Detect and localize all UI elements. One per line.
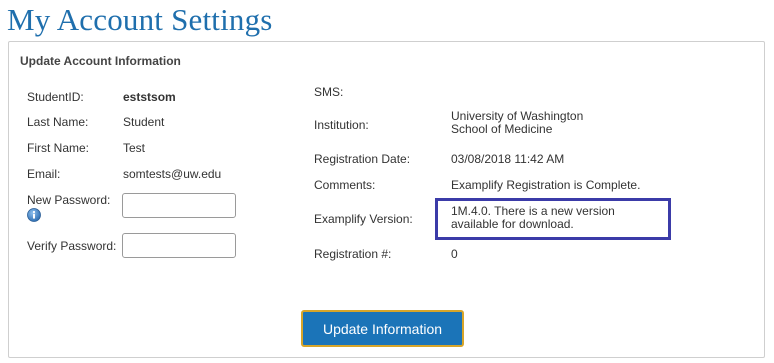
comments-label: Comments: <box>314 178 376 192</box>
verify-password-input[interactable] <box>122 233 236 258</box>
institution-label: Institution: <box>314 118 369 132</box>
update-information-button[interactable]: Update Information <box>301 310 464 347</box>
registration-date-label: Registration Date: <box>314 152 411 166</box>
verify-password-label: Verify Password: <box>27 239 117 253</box>
last-name-value: Student <box>123 115 165 129</box>
student-id-label: StudentID: <box>27 90 84 104</box>
examplify-version-label: Examplify Version: <box>314 212 413 226</box>
sms-label: SMS: <box>314 85 344 99</box>
first-name-label: First Name: <box>27 141 90 155</box>
email-label: Email: <box>27 167 61 181</box>
info-icon[interactable] <box>27 208 41 222</box>
first-name-value: Test <box>123 141 146 155</box>
email-value: somtests@uw.edu <box>123 167 222 181</box>
registration-number-value: 0 <box>451 247 458 261</box>
institution-value: University of Washington School of Medic… <box>451 109 584 136</box>
new-password-input[interactable] <box>122 193 236 218</box>
page-title: My Account Settings <box>7 2 273 37</box>
student-id-value: eststsom <box>123 90 176 104</box>
comments-value: Examplify Registration is Complete. <box>451 178 641 192</box>
new-password-label: New Password: <box>27 193 111 207</box>
panel-heading: Update Account Information <box>20 54 181 68</box>
examplify-version-value: 1M.4.0. There is a new version available… <box>451 204 615 231</box>
last-name-label: Last Name: <box>27 115 89 129</box>
registration-date-value: 03/08/2018 11:42 AM <box>451 152 565 166</box>
account-info-panel: Update Account Information StudentID: es… <box>8 41 765 358</box>
registration-number-label: Registration #: <box>314 247 392 261</box>
